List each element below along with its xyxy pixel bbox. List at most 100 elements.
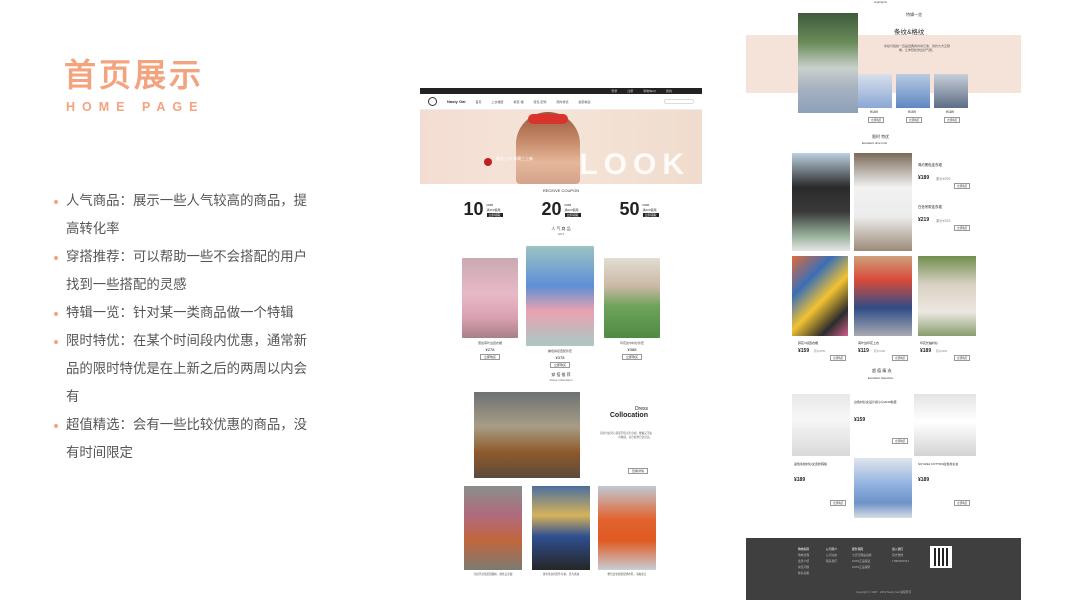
coupon-card[interactable]: 10 RMB 满150使用 立即领取 [463,199,503,220]
timed-title: 限时 特优 [872,134,890,139]
buy-button[interactable]: 立即购买 [621,354,642,360]
footer-link[interactable]: 常见问题 [798,565,809,569]
logo-text[interactable]: Nasty Gal [447,99,465,104]
buy-button[interactable]: 立即购买 [549,362,570,368]
dress-more-button[interactable]: 查看详情 [628,468,649,474]
selection-item-price: ¥159 [854,417,866,423]
coupon-card[interactable]: 50 RMB 满400使用 立即领取 [619,199,659,220]
floral-image[interactable] [854,256,912,336]
footer-heading: 加入我们 [892,547,904,551]
special-thumb[interactable] [896,74,930,108]
product-image[interactable] [462,258,518,338]
product-price: ¥378 [555,355,565,360]
buy-button[interactable]: 立即购买 [906,117,923,123]
hero-banner[interactable]: 新品上市 每周三上新 LOOK [420,110,702,184]
coupon-claim-button[interactable]: 立即领取 [564,212,581,217]
product-image[interactable] [526,246,594,346]
product-name: 印花丝巾衬衫外套 [619,341,644,345]
buy-button[interactable]: 立即购买 [868,117,885,123]
coupon-claim-button[interactable]: 立即领取 [642,212,659,217]
timed-item-price: ¥219 [918,217,930,223]
cart-link[interactable]: 购物车(0) [643,88,656,94]
register-link[interactable]: 注册 [627,88,633,94]
outfit-caption: 橙色连衣裙搭配帆布鞋，清爽夏日 [607,573,647,576]
footer-link[interactable]: 100%正品保证 [852,559,870,563]
buy-button[interactable]: 立即购买 [954,225,971,231]
product-card[interactable]: 蕾丝荷叶边连衣裙 ¥278 立即购买 [462,258,518,360]
special-thumb[interactable] [858,74,892,108]
floral-item-old-price: 原价¥269 [936,350,947,353]
selection-image[interactable] [854,458,912,518]
product-card[interactable]: 印花丝巾衬衫外套 ¥388 立即购买 [604,258,660,360]
floral-item-old-price: 原价¥199 [874,350,885,353]
buy-button[interactable]: 立即购买 [954,355,971,361]
floral-image[interactable] [792,256,848,336]
outfit-image[interactable] [532,486,590,570]
coupon-desc: 满400使用 [642,207,657,212]
timed-item-name: 白色吊带连衣裙 [918,205,942,209]
selection-item-name: 蓝色条纹衬衫女宽松韩版 [794,462,828,466]
footer-link[interactable]: 联系客服 [798,571,809,575]
hero-word: LOOK [579,148,690,181]
hero-dot-icon [484,158,492,166]
product-card[interactable]: 撞色拼接西装外套 ¥378 立即购买 [526,246,594,368]
weibo-link[interactable]: 官方微博 [892,553,903,557]
buy-button[interactable]: 立即购买 [892,438,909,444]
floral-image[interactable] [918,256,976,336]
footer-column: 购物指南 购物流程 会员介绍 常见问题 联系客服 [798,546,809,576]
coupon-row: 10 RMB 满150使用 立即领取 20 RMB 满200使用 立即领取 50… [420,193,702,220]
nav-item-pants[interactable]: 裤装·裙 [513,100,523,104]
logo-icon[interactable] [428,97,437,106]
search-input[interactable] [664,99,694,104]
footer-link[interactable]: 会员介绍 [798,559,809,563]
site-footer: 购物指南 购物流程 会员介绍 常见问题 联系客服 公司简介 公司动态 联系我们 … [746,538,1021,600]
buy-button[interactable]: 立即购买 [479,354,500,360]
timed-item-old-price: 原价¥299 [936,177,951,181]
coupon-claim-button[interactable]: 立即领取 [486,212,503,217]
feature-item: 超值精选：会有一些比较优惠的商品，没有时间限定 [52,412,320,468]
timed-item-old-price: 原价¥329 [936,219,951,223]
product-image[interactable] [604,258,660,338]
buy-button[interactable]: 立即购买 [954,183,971,189]
timed-item-name: 简约黑色连衣裙 [918,163,942,167]
outfit-row: 针织开衫搭配阔腿裤，随性又显瘦 拼色毛衣搭配牛仔裤，活力满满 橙色连衣裙搭配帆布… [420,482,702,578]
timed-image[interactable] [792,153,850,251]
buy-button[interactable]: 立即购买 [892,355,909,361]
outfit-image[interactable] [598,486,656,570]
selection-image[interactable] [792,394,850,456]
coupon-card[interactable]: 20 RMB 满200使用 立即领取 [541,199,581,220]
nav-item-selection[interactable]: 超值精选 [579,100,591,104]
buy-button[interactable]: 立即购买 [830,355,847,361]
nav-item-home[interactable]: 首页 [475,100,481,104]
dress-label: Dress Collocation [608,406,648,419]
footer-link[interactable]: 100%正品保障 [852,565,870,569]
floral-item-name: 荷叶边印花上衣 [858,341,880,345]
nav-item-timed[interactable]: 限时特优 [556,100,568,104]
footer-link[interactable]: 购物流程 [798,553,809,557]
coupon-desc: 满200使用 [564,207,579,212]
footer-heading: 服务保障 [852,547,864,551]
nav-item-accessories[interactable]: 鞋包·配饰 [533,100,546,104]
selection-item-price: ¥189 [794,477,806,483]
timed-image[interactable] [854,153,912,251]
outfit-image[interactable] [464,486,522,570]
dress-image[interactable] [474,392,580,478]
login-link[interactable]: 登录 [611,88,617,94]
buy-button[interactable]: 立即购买 [954,500,971,506]
dress-label-line2: Collocation [609,412,648,419]
selection-subtitle: Excellent Selection [868,376,894,380]
coupon-amount: 10 [463,199,484,219]
nav-item-tops[interactable]: 上衣裙装 [491,100,503,104]
buy-button[interactable]: 立即购买 [944,117,961,123]
footer-link[interactable]: 联系我们 [826,559,837,563]
hero-headband [528,114,568,124]
footer-link[interactable]: 七天无理由退换 [852,553,872,557]
footer-link[interactable]: 公司动态 [826,553,837,557]
buy-button[interactable]: 立即购买 [830,500,847,506]
qr-code-icon [930,546,952,568]
special-thumb[interactable] [934,74,968,108]
feature-item: 限时特优：在某个时间段内优惠，通常新品的限时特优是在上新之后的两周以内会有 [52,328,320,412]
special-hero-image[interactable] [798,13,858,113]
selection-image[interactable] [914,394,976,456]
account-link[interactable]: 我的 [666,88,672,94]
